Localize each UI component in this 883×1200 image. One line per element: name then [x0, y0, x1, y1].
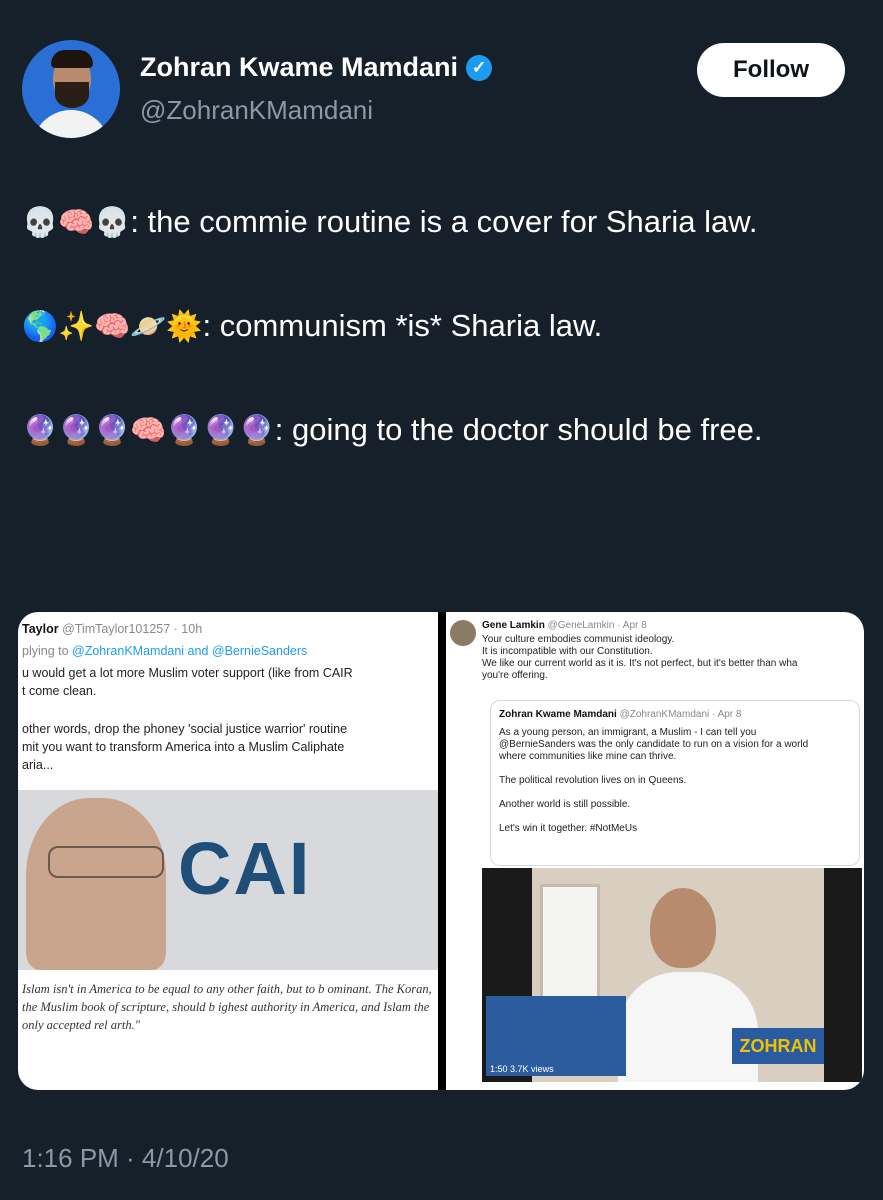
quoted-text-line: where communities like mine can thrive. — [499, 751, 677, 762]
embedded-text-line: t come clean. — [22, 684, 97, 698]
embedded-video: ZOHRAN 1:50 3.7K views — [482, 868, 862, 1082]
embedded-tweet-header: Taylor @TimTaylor101257 · 10h — [22, 622, 202, 636]
emoji-sequence: 🌎✨🧠🪐🌞 — [22, 309, 203, 343]
person-face — [650, 888, 716, 968]
quoted-text-line: Let's win it together. #NotMeUs — [499, 823, 638, 834]
embedded-text-line: Your culture embodies communist ideology… — [482, 634, 675, 645]
embedded-text-line: It is incompatible with our Constitution… — [482, 646, 653, 657]
embedded-handle: @TimTaylor101257 · 10h — [62, 622, 203, 636]
media-image-left[interactable]: Taylor @TimTaylor101257 · 10h plying to … — [18, 612, 438, 1090]
emoji-sequence: 🔮🔮🔮🧠🔮🔮🔮 — [22, 413, 275, 447]
paragraph-text: : communism *is* Sharia law. — [202, 308, 603, 343]
embedded-text-line: aria... — [22, 758, 54, 772]
replying-to: plying to @ZohranKMamdani and @BernieSan… — [22, 644, 307, 658]
verified-badge-icon: ✓ — [466, 54, 493, 81]
tweet-paragraph: 💀🧠💀: the commie routine is a cover for S… — [22, 196, 867, 248]
tweet-paragraph: 🌎✨🧠🪐🌞: communism *is* Sharia law. — [22, 300, 867, 352]
embedded-handle: @GeneLamkin · Apr 8 — [547, 620, 647, 631]
quoted-tweet: Zohran Kwame Mamdani @ZohranKMamdani · A… — [490, 700, 860, 866]
cair-logo: CAI — [178, 827, 312, 910]
emoji-sequence: 💀🧠💀 — [22, 205, 131, 239]
embedded-quote: Islam isn't in America to be equal to an… — [22, 982, 432, 1032]
avatar-hair — [51, 50, 93, 68]
embedded-text-line: We like our current world as it is. It's… — [482, 658, 798, 669]
video-time: 1:50 — [490, 1064, 508, 1074]
avatar-shirt — [32, 110, 110, 138]
media-image-right[interactable]: Gene Lamkin @GeneLamkin · Apr 8 Your cul… — [446, 612, 864, 1090]
tweet-text: 💀🧠💀: the commie routine is a cover for S… — [22, 196, 867, 508]
quoted-text-line: As a young person, an immigrant, a Musli… — [499, 727, 757, 738]
embedded-tweet-header: Gene Lamkin @GeneLamkin · Apr 8 — [482, 620, 647, 631]
quoted-text-line: @BernieSanders was the only candidate to… — [499, 739, 809, 750]
paragraph-text: : the commie routine is a cover for Shar… — [130, 204, 758, 239]
quoted-text-line: Another world is still possible. — [499, 799, 631, 810]
follow-button[interactable]: Follow — [697, 43, 845, 97]
quoted-handle: @ZohranKMamdani · Apr 8 — [619, 709, 742, 720]
author-avatar[interactable] — [22, 40, 120, 138]
embedded-avatar — [450, 620, 476, 646]
avatar-beard — [55, 82, 89, 108]
embedded-author: Gene Lamkin — [482, 620, 545, 631]
tweet-paragraph: 🔮🔮🔮🧠🔮🔮🔮: going to the doctor should be f… — [22, 404, 867, 456]
video-meta: 1:50 3.7K views — [490, 1064, 554, 1074]
paragraph-text: : going to the doctor should be free. — [274, 412, 763, 447]
author-name-row[interactable]: Zohran Kwame Mamdani ✓ — [140, 52, 493, 83]
replying-prefix: plying to — [22, 644, 73, 658]
tweet-timestamp[interactable]: 1:16 PM · 4/10/20 — [22, 1143, 229, 1174]
quoted-text-line: The political revolution lives on in Que… — [499, 775, 687, 786]
video-views: 3.7K views — [510, 1064, 554, 1074]
glasses — [48, 846, 164, 878]
author-name[interactable]: Zohran Kwame Mamdani — [140, 52, 458, 83]
quoted-header: Zohran Kwame Mamdani @ZohranKMamdani · A… — [499, 709, 741, 720]
person-shirt — [618, 972, 758, 1082]
embedded-text-line: mit you want to transform America into a… — [22, 740, 345, 754]
person-face — [26, 798, 166, 970]
embedded-text-line: other words, drop the phoney 'social jus… — [22, 722, 348, 736]
embedded-text-line: u would get a lot more Muslim voter supp… — [22, 666, 353, 680]
tweet-media[interactable]: Taylor @TimTaylor101257 · 10h plying to … — [18, 612, 864, 1090]
embedded-author: Taylor — [22, 622, 59, 636]
embedded-text-line: you're offering. — [482, 670, 548, 681]
campaign-poster: ZOHRAN — [732, 1028, 824, 1064]
embedded-photo: CAI — [18, 790, 438, 970]
window — [540, 884, 600, 1000]
replying-handles: @ZohranKMamdani and @BernieSanders — [72, 644, 308, 658]
quoted-author: Zohran Kwame Mamdani — [499, 709, 617, 720]
author-handle[interactable]: @ZohranKMamdani — [140, 95, 373, 126]
